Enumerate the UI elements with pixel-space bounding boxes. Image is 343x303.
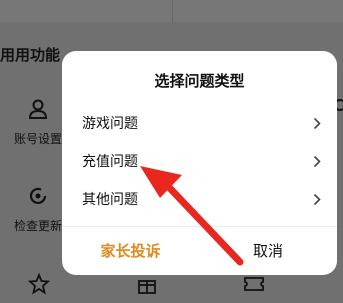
annotation-arrow [140,166,244,266]
